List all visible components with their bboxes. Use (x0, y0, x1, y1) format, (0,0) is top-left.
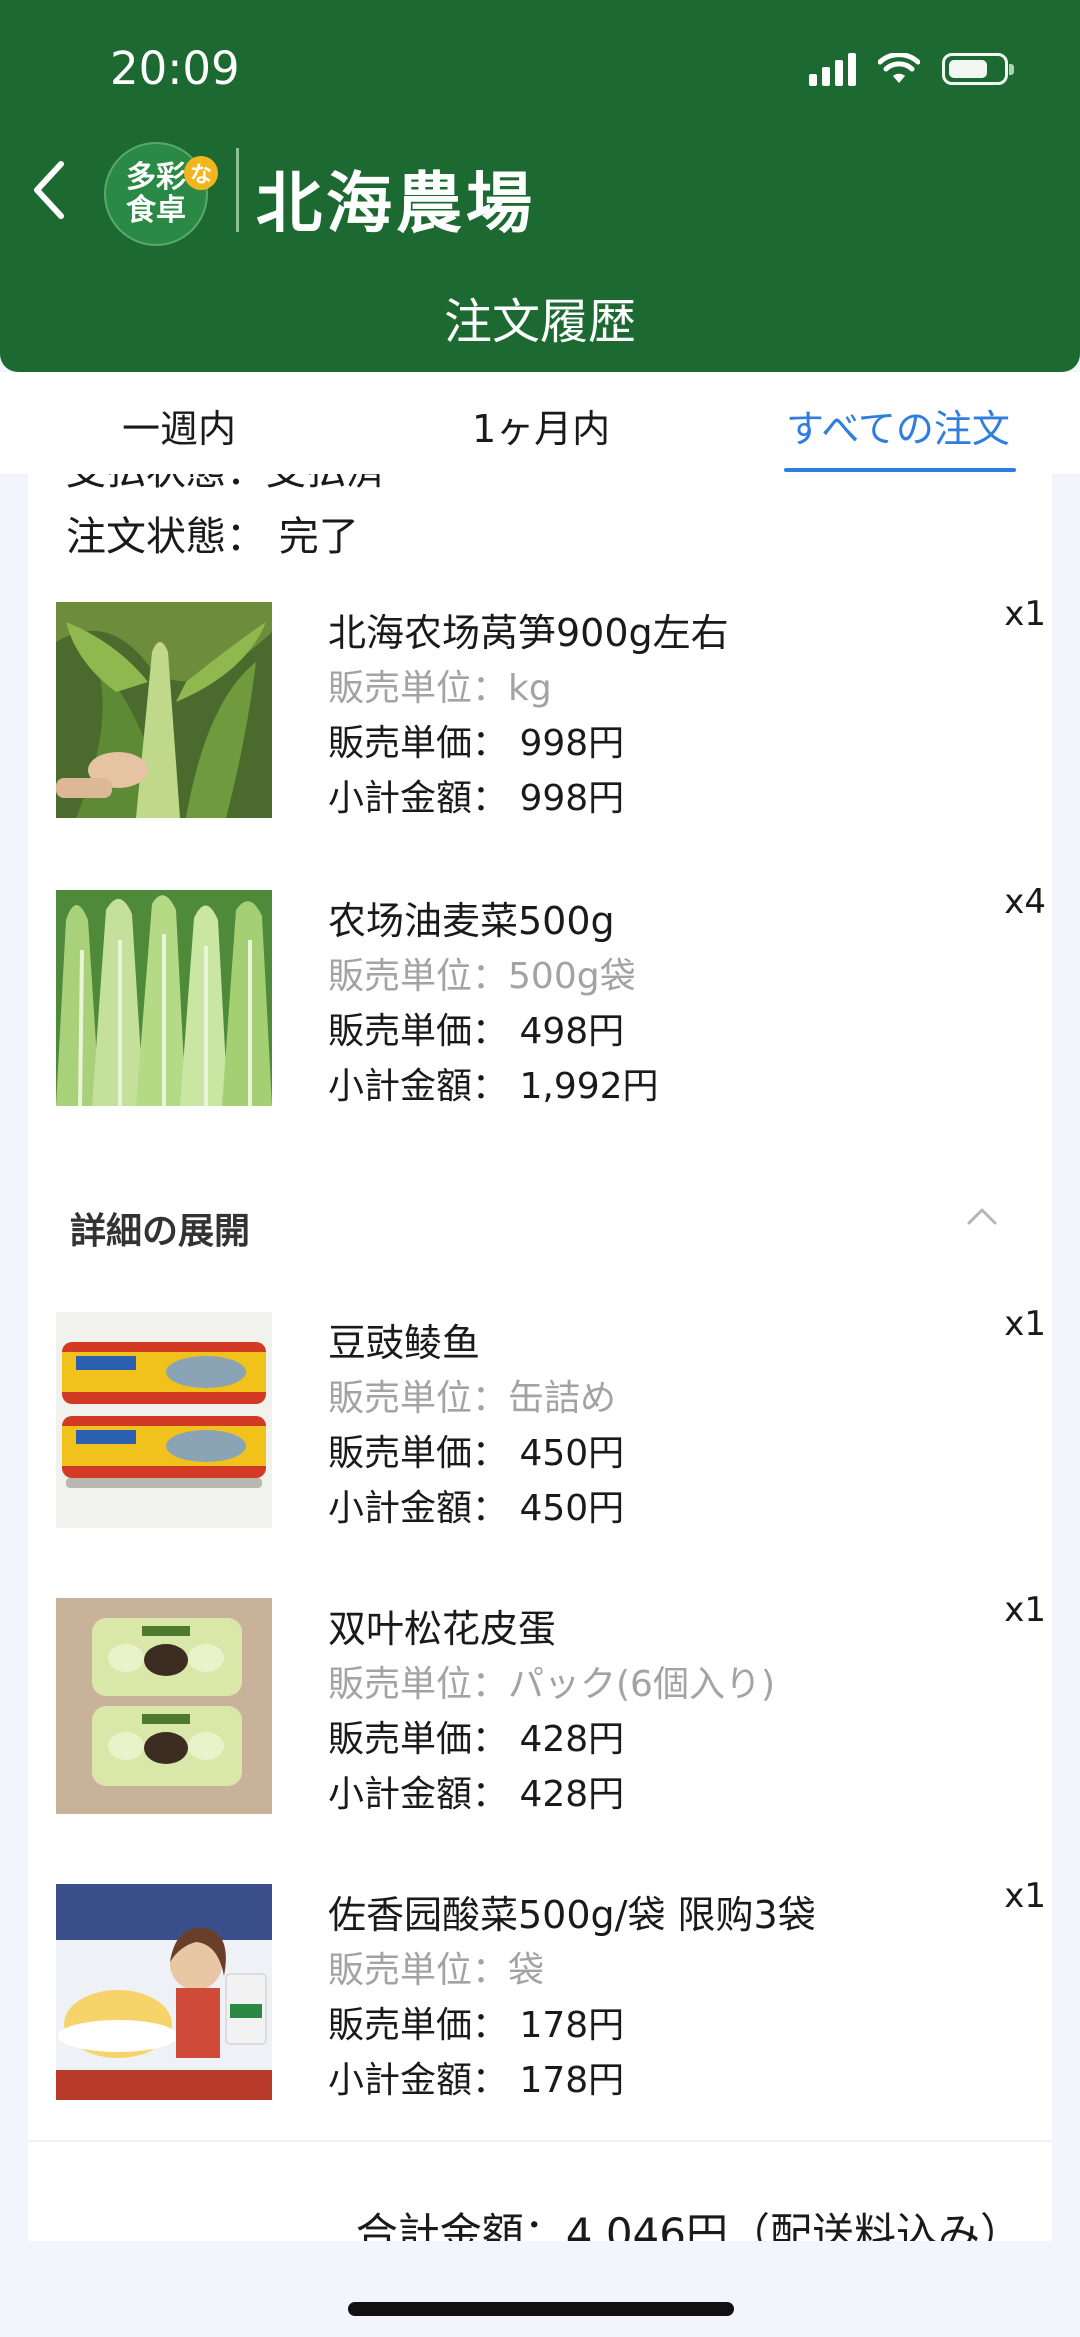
signal-icon (809, 52, 856, 86)
battery-icon (942, 53, 1014, 85)
order-item[interactable]: 豆豉鲮鱼 販売単位：缶詰め 販売単価： 450円 小計金額： 450円 x1 (56, 1304, 1046, 1532)
brand-name: 北海農場 (256, 164, 536, 242)
item-subtotal: 小計金額： 428円 (328, 1774, 625, 1815)
logo-divider (236, 148, 239, 232)
item-name: 豆豉鲮鱼 (328, 1321, 481, 1365)
item-quantity: x1 (1004, 594, 1046, 634)
item-name: 农场油麦菜500g (328, 899, 615, 943)
active-tab-indicator (784, 468, 1016, 472)
item-subtotal: 小計金額： 178円 (328, 2060, 625, 2101)
expand-details-toggle[interactable]: 詳細の展開 (70, 1186, 1040, 1266)
expand-details-label: 詳細の展開 (70, 1211, 251, 1252)
product-image (56, 890, 272, 1106)
product-image (56, 1312, 272, 1528)
chevron-up-icon (967, 1208, 997, 1225)
app-header: 20:09 多彩食卓 な 北海農場 注文履歴 (0, 0, 1080, 372)
logo-badge-na: な (184, 156, 218, 190)
status-icons (809, 52, 1014, 86)
status-time: 20:09 (110, 42, 240, 95)
page-title: 注文履歴 (443, 294, 636, 350)
item-quantity: x1 (1004, 1590, 1046, 1630)
order-total: 合計金額：4,046円（配送料込み） (355, 2209, 1022, 2241)
home-indicator[interactable] (348, 2302, 734, 2316)
product-image (56, 1598, 272, 1814)
item-info: 农场油麦菜500g 販売単位：500g袋 販売単価： 498円 小計金額： 1,… (328, 894, 659, 1114)
item-subtotal: 小計金額： 998円 (328, 778, 625, 819)
tab-one-week[interactable]: 一週内 (122, 398, 236, 453)
item-price: 販売単価： 498円 (328, 1011, 625, 1052)
item-unit: 販売単位：パック(6個入り) (328, 1664, 776, 1705)
item-price: 販売単価： 450円 (328, 1433, 625, 1474)
item-info: 北海农场莴笋900g左右 販売単位：kg 販売単価： 998円 小計金額： 99… (328, 606, 729, 826)
back-button[interactable] (18, 150, 78, 230)
back-chevron-icon (34, 161, 64, 219)
item-info: 佐香园酸菜500g/袋 限购3袋 販売単位：袋 販売単価： 178円 小計金額：… (328, 1888, 816, 2108)
item-quantity: x1 (1004, 1304, 1046, 1344)
item-unit: 販売単位：500g袋 (328, 956, 636, 997)
item-quantity: x1 (1004, 1876, 1046, 1916)
order-card: 支払状態：支払済 注文状態： 完了 北海农场莴笋900g左右 販売単位：kg 販… (28, 474, 1052, 2241)
item-name: 北海农场莴笋900g左右 (328, 611, 729, 655)
item-quantity: x4 (1004, 882, 1046, 922)
wifi-icon (878, 53, 920, 83)
item-unit: 販売単位：缶詰め (328, 1378, 617, 1419)
order-status-value: 完了 (278, 514, 359, 560)
logo-badge: 多彩食卓 な (104, 142, 218, 246)
tab-all-orders[interactable]: すべての注文 (786, 398, 1010, 453)
item-subtotal: 小計金額： 450円 (328, 1488, 625, 1529)
item-price: 販売単価： 998円 (328, 723, 625, 764)
item-subtotal: 小計金額： 1,992円 (328, 1066, 659, 1107)
item-price: 販売単価： 178円 (328, 2005, 625, 2046)
order-period-tabs: 一週内 1ヶ月内 すべての注文 (0, 372, 1080, 474)
item-price: 販売単価： 428円 (328, 1719, 625, 1760)
order-item[interactable]: 农场油麦菜500g 販売単位：500g袋 販売単価： 498円 小計金額： 1,… (56, 882, 1046, 1110)
order-item[interactable]: 佐香园酸菜500g/袋 限购3袋 販売単位：袋 販売単価： 178円 小計金額：… (56, 1876, 1046, 2104)
order-item[interactable]: 北海农场莴笋900g左右 販売単位：kg 販売単価： 998円 小計金額： 99… (56, 594, 1046, 822)
order-status-label: 注文状態： (66, 514, 266, 560)
order-status: 注文状態： 完了 (66, 504, 359, 562)
item-name: 佐香园酸菜500g/袋 限购3袋 (328, 1893, 816, 1937)
item-unit: 販売単位：kg (328, 668, 552, 709)
item-unit: 販売単位：袋 (328, 1950, 545, 1991)
payment-status: 支払状態：支払済 (66, 474, 386, 496)
tab-one-month[interactable]: 1ヶ月内 (472, 398, 610, 453)
item-name: 双叶松花皮蛋 (328, 1607, 557, 1651)
order-item[interactable]: 双叶松花皮蛋 販売単位：パック(6個入り) 販売単価： 428円 小計金額： 4… (56, 1590, 1046, 1818)
total-divider (28, 2140, 1052, 2142)
product-image (56, 1884, 272, 2100)
product-image (56, 602, 272, 818)
item-info: 双叶松花皮蛋 販売単位：パック(6個入り) 販売単価： 428円 小計金額： 4… (328, 1602, 775, 1822)
item-info: 豆豉鲮鱼 販売単位：缶詰め 販売単価： 450円 小計金額： 450円 (328, 1316, 624, 1536)
